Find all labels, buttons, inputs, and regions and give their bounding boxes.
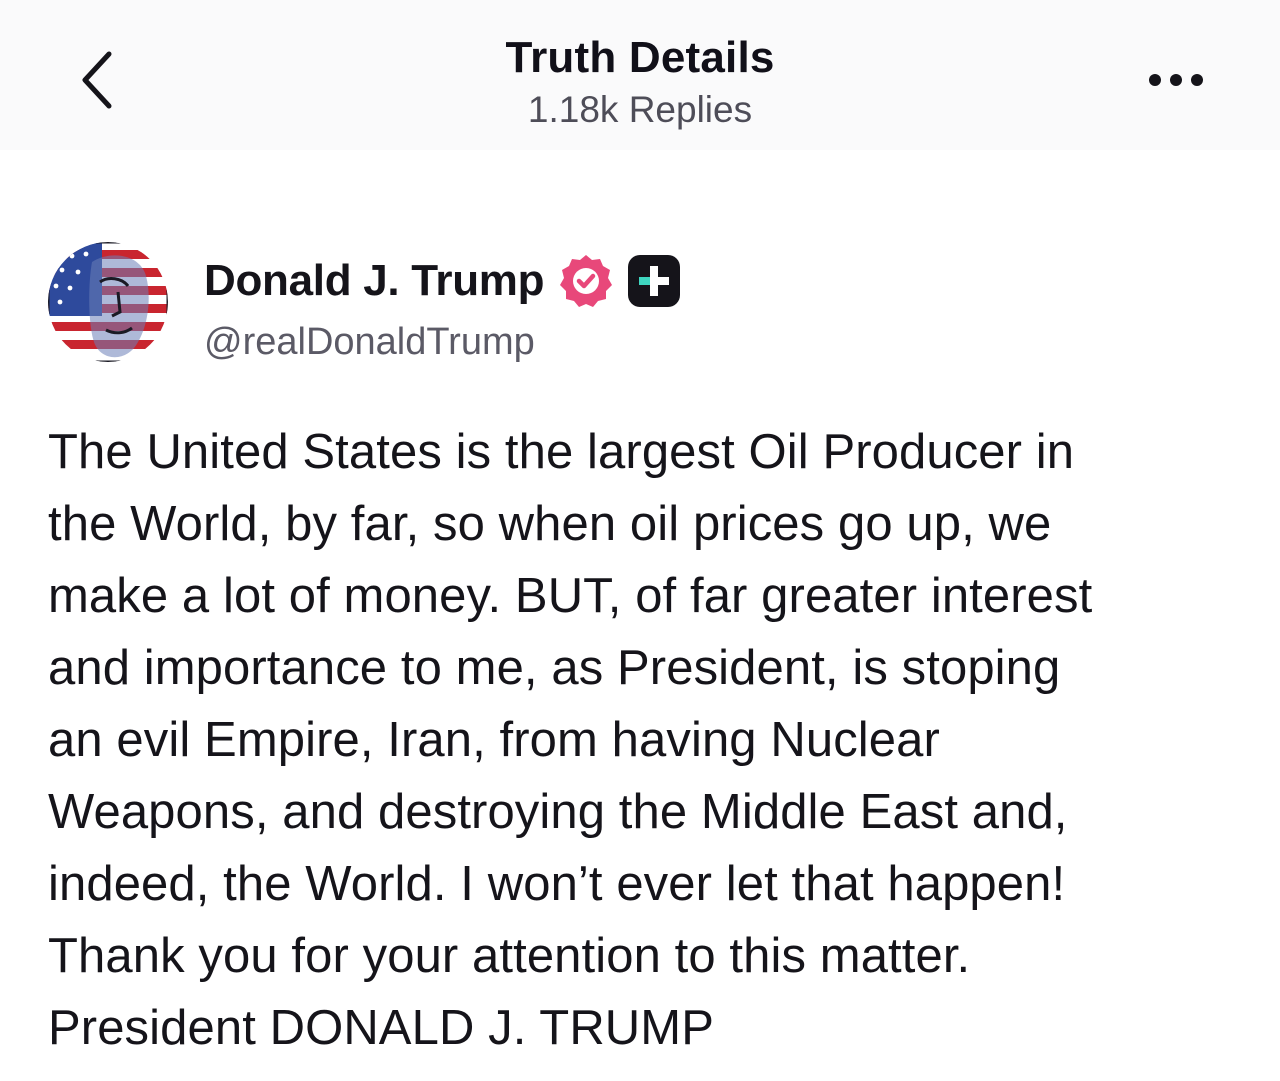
flag-portrait-avatar-icon [48,242,168,362]
post-text-line: make a lot of money. BUT, of far greater… [48,569,1093,623]
chevron-left-icon [82,51,112,109]
post-text-line: an evil Empire, Iran, from having Nuclea… [48,713,940,767]
page-title: Truth Details [505,33,775,82]
author-name-line: Donald J. Trump [204,252,682,310]
post-text-line: and importance to me, as President, is s… [48,641,1061,695]
post-text-line: the World, by far, so when oil prices go… [48,497,1052,551]
avatar[interactable] [48,242,168,362]
truth-plus-badge-icon [626,253,682,309]
post-author: Donald J. Trump @realDonaldTrump [48,240,1228,364]
post-text: The United States is the largest Oil Pro… [48,416,1248,1064]
post-text-line: indeed, the World. I won’t ever let that… [48,857,1066,911]
header-titles: Truth Details 1.18k Replies [340,32,940,134]
post-text-line: President DONALD J. TRUMP [48,1001,714,1055]
ellipsis-horizontal-icon [1149,74,1203,86]
author-info: Donald J. Trump @realDonaldTrump [204,252,682,364]
author-handle[interactable]: @realDonaldTrump [204,320,682,364]
top-navigation-bar: Truth Details 1.18k Replies [0,0,1280,150]
verified-badge-icon [558,253,614,309]
author-name[interactable]: Donald J. Trump [204,256,545,306]
post-text-line: Thank you for your attention to this mat… [48,929,971,983]
post-text-line: The United States is the largest Oil Pro… [48,425,1075,479]
replies-count: 1.18k Replies [527,89,753,130]
more-options-button[interactable] [1138,58,1214,102]
post-text-line: Weapons, and destroying the Middle East … [48,785,1068,839]
back-button[interactable] [62,40,132,120]
